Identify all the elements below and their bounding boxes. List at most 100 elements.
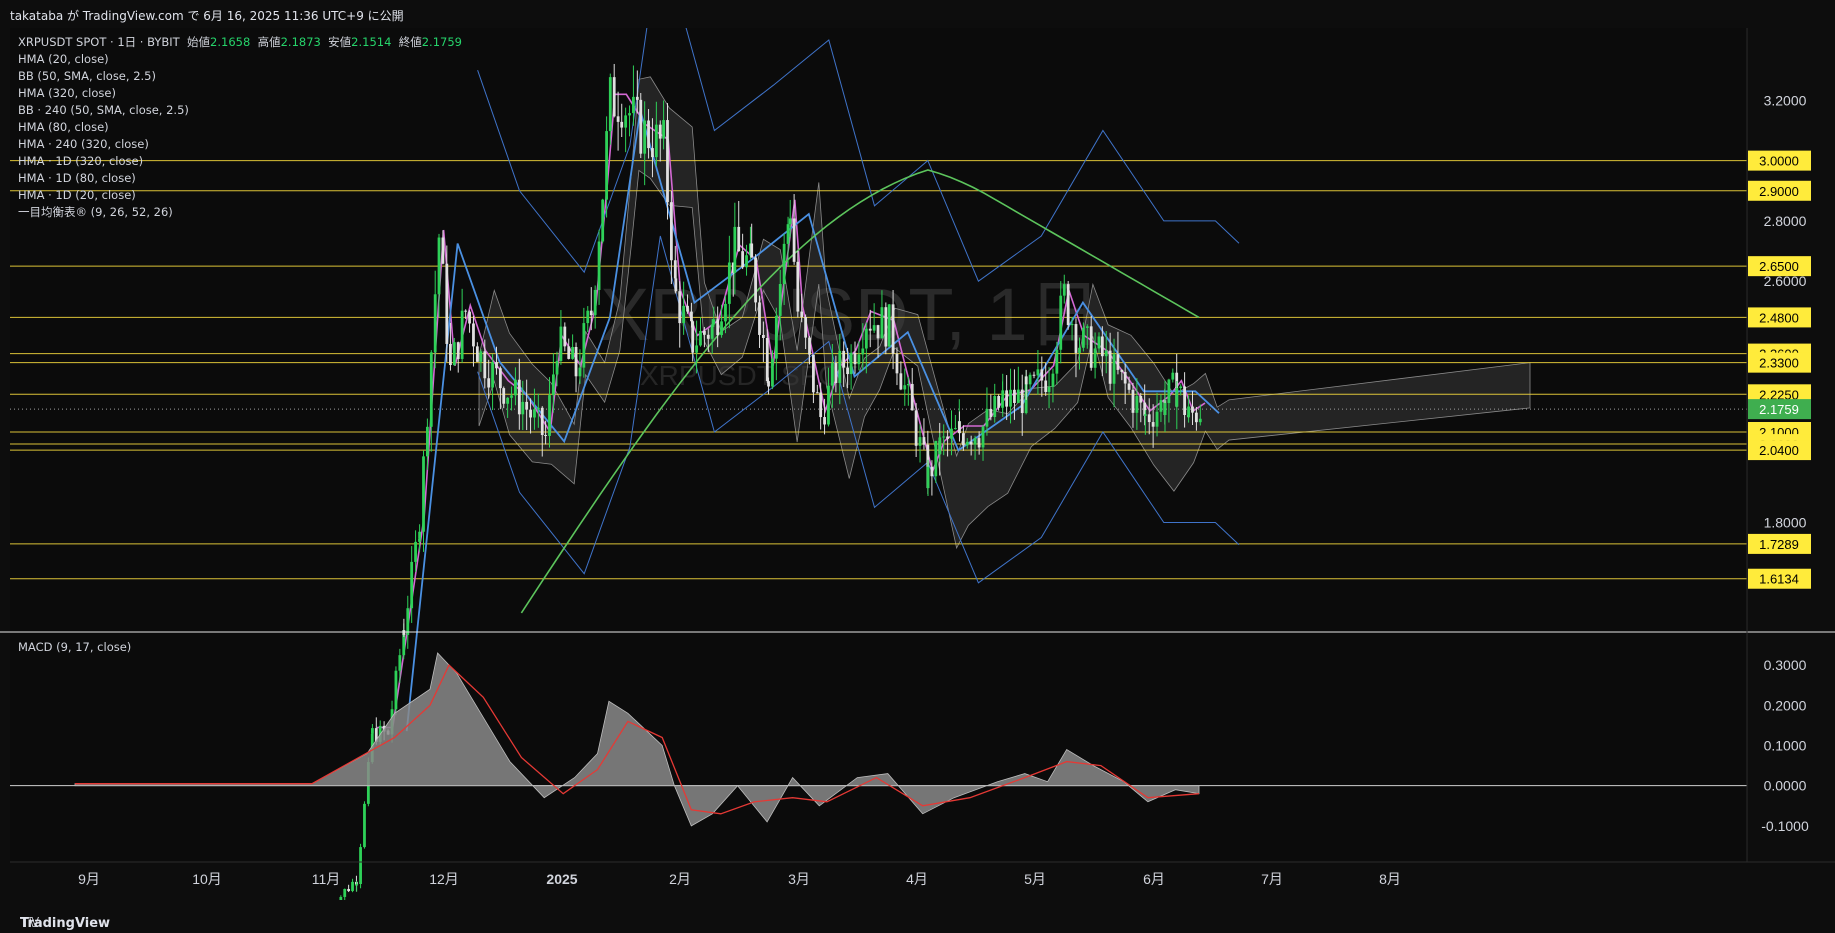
candle-body [706,334,710,339]
time-tick-label: 5月 [1024,871,1046,887]
candle-body [1198,418,1202,423]
candle-body [918,437,922,446]
candle-body [514,379,517,396]
candle-body [827,385,830,425]
time-tick-label: 2月 [669,871,691,887]
footer: 𝕋𝕍 TradingView [0,900,1835,933]
candle-body [1093,348,1097,368]
candle-body [950,428,953,439]
price-tick-label: 3.2000 [1764,92,1807,108]
indicator-hma-80[interactable]: HMA (80, close) [18,119,462,136]
candle-body [559,326,563,362]
candle-body [842,350,846,368]
candle-body [1179,386,1183,388]
candle-body [1020,389,1024,414]
publish-info: takataba が TradingView.com で 6月 16, 2025… [10,9,404,23]
candle-body [965,441,969,446]
candle-body [1108,350,1112,384]
candle-body [475,346,479,362]
candle-body [624,115,628,128]
price-tick-label: 2.6000 [1764,273,1807,289]
candle-body [1074,324,1078,353]
candle-body [510,395,513,398]
candle-body [371,728,374,734]
candle-body [464,310,468,312]
candle-body [394,670,398,710]
candle-body [589,310,593,316]
candle-body [506,397,510,404]
candle-body [745,255,748,268]
candle-body [1187,406,1190,418]
indicator-bb-50[interactable]: BB (50, SMA, close, 2.5) [18,68,462,85]
candle-body [1127,383,1131,390]
candle-body [914,410,918,446]
high-value: 2.1873 [280,35,321,49]
candle-body [733,226,737,273]
candle-body [1139,395,1143,403]
indicator-ichimoku[interactable]: 一目均衡表® (9, 26, 52, 26) [18,204,462,221]
candle-body [639,99,643,154]
candle-body [567,346,571,359]
candle-body [1175,387,1179,407]
indicator-bb-240[interactable]: BB · 240 (50, SMA, close, 2.5) [18,102,462,119]
time-tick-label: 11月 [312,871,341,887]
candle-body [864,328,868,349]
time-tick-label: 3月 [788,871,810,887]
candle-body [702,330,706,335]
candle-body [1016,389,1020,403]
candle-body [1078,347,1081,353]
candle-body [942,436,946,438]
candle-body [695,345,698,353]
candle-body [741,251,745,268]
candle-body [1062,284,1066,296]
indicator-hma-1d-320[interactable]: HMA · 1D (320, close) [18,153,462,170]
candle-body [1028,374,1032,385]
candle-body [551,374,555,396]
last-price-label: 2.1759 [1759,402,1799,417]
candle-body [1036,369,1040,376]
time-tick-label: 4月 [906,871,928,887]
candle-body [571,346,575,359]
indicator-hma-20[interactable]: HMA (20, close) [18,51,462,68]
candle-body [363,803,366,848]
candle-body [788,218,792,225]
candle-body [517,379,521,415]
candle-body [1135,395,1139,413]
indicator-hma-320[interactable]: HMA (320, close) [18,85,462,102]
candle-body [608,77,612,132]
candle-body [922,437,926,445]
high-label: 高値 [257,35,281,49]
candle-body [686,305,689,312]
macd-tick-label: -0.1000 [1761,818,1809,834]
candle-body [812,354,815,393]
candle-body [765,337,769,382]
candle-body [616,116,620,122]
macd-tick-label: 0.3000 [1764,657,1807,673]
symbol-row[interactable]: XRPUSDT SPOT · 1日 · BYBIT 始値2.1658 高値2.1… [18,34,462,51]
indicator-hma-1d-20[interactable]: HMA · 1D (20, close) [18,187,462,204]
candle-body [612,77,616,117]
candle-body [868,328,872,331]
indicator-hma-240-320[interactable]: HMA · 240 (320, close) [18,136,462,153]
candle-body [449,343,452,366]
level-tag-label: 1.7289 [1759,537,1799,552]
candle-body [426,426,429,457]
candle-body [1143,414,1147,416]
candle-body [884,307,888,347]
candle-body [786,224,790,244]
candle-body [1120,369,1124,372]
candle-body [977,444,981,448]
indicator-hma-1d-80[interactable]: HMA · 1D (80, close) [18,170,462,187]
candle-body [857,354,861,365]
time-tick-label: 6月 [1143,871,1165,887]
candle-body [767,381,770,387]
candle-body [712,319,716,325]
macd-legend[interactable]: MACD (9, 17, close) [18,640,131,654]
candle-body [1195,412,1198,423]
candle-body [727,262,731,304]
candle-body [1147,414,1151,423]
candle-body [849,352,853,375]
candle-body [647,120,650,149]
candle-body [658,124,662,139]
candle-body [880,307,884,339]
